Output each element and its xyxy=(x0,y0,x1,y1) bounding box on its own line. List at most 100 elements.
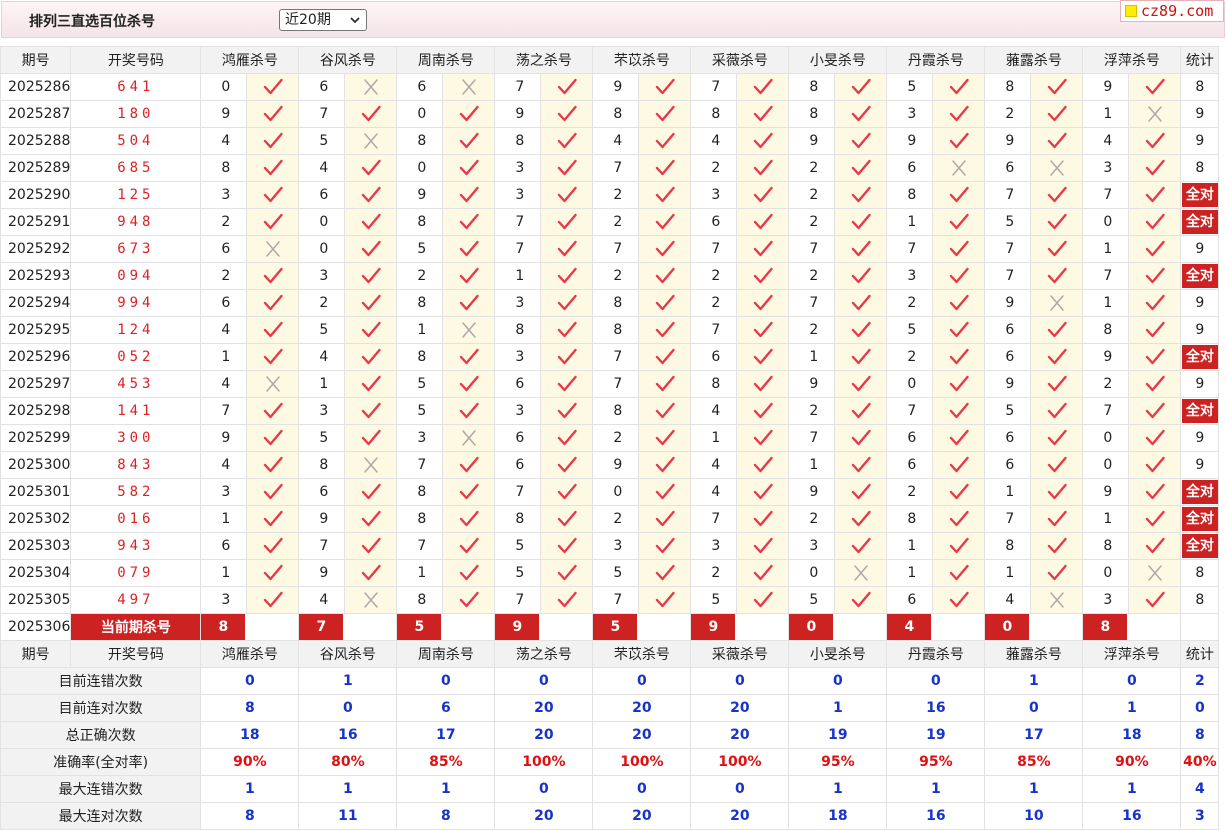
result-mark-cell xyxy=(442,343,496,371)
check-icon xyxy=(263,483,283,500)
table-row: 2025292 673 6 0 5 7 7 7 7 7 7 1 9 xyxy=(0,235,1220,263)
result-mark-cell xyxy=(638,397,692,425)
issue-cell: 2025303 xyxy=(0,532,72,560)
check-icon xyxy=(557,591,577,608)
kill-number-cell: 0 xyxy=(200,73,248,101)
draw-number-cell: 124 xyxy=(70,316,202,344)
result-mark-cell xyxy=(638,73,692,101)
draw-number-cell: 094 xyxy=(70,262,202,290)
kill-number-cell: 1 xyxy=(200,505,248,533)
summary-value: 0 xyxy=(690,775,790,803)
result-mark-cell xyxy=(1030,100,1084,128)
kill-number-cell: 0 xyxy=(396,154,444,182)
kill-number-cell: 4 xyxy=(690,397,738,425)
kill-number-cell: 7 xyxy=(298,532,346,560)
result-mark-cell xyxy=(1030,505,1084,533)
kill-number-cell: 7 xyxy=(396,532,444,560)
top-bar: 排列三直选百位杀号 近20期 xyxy=(1,1,1225,38)
result-mark-cell xyxy=(638,127,692,155)
result-mark-cell xyxy=(540,559,594,587)
kill-number-cell: 9 xyxy=(592,451,640,479)
all-right-badge: 全对 xyxy=(1181,345,1218,369)
check-icon xyxy=(753,510,773,527)
issue-cell: 2025304 xyxy=(0,559,72,587)
check-icon xyxy=(1047,429,1067,446)
check-icon xyxy=(459,537,479,554)
check-icon xyxy=(655,537,675,554)
kill-number-cell: 8 xyxy=(396,343,444,371)
result-mark-cell xyxy=(442,127,496,155)
issue-cell: 2025294 xyxy=(0,289,72,317)
check-icon xyxy=(655,348,675,365)
kill-number-cell: 7 xyxy=(592,586,640,614)
kill-number-cell: 1 xyxy=(690,424,738,452)
check-icon xyxy=(1047,321,1067,338)
result-mark-cell xyxy=(246,154,300,182)
result-mark-cell xyxy=(246,532,300,560)
check-icon xyxy=(1145,240,1165,257)
result-mark-cell xyxy=(246,235,300,263)
result-mark-cell xyxy=(344,451,398,479)
kill-number-cell: 8 xyxy=(788,100,836,128)
summary-stat: 3 xyxy=(1180,802,1220,830)
kill-number-cell: 7 xyxy=(788,289,836,317)
result-mark-cell xyxy=(344,181,398,209)
summary-value: 16 xyxy=(886,694,986,722)
check-icon xyxy=(1047,78,1067,95)
kill-number-cell: 2 xyxy=(592,505,640,533)
site-watermark[interactable]: cz89.com xyxy=(1120,0,1224,22)
draw-number-cell: 180 xyxy=(70,100,202,128)
result-mark-cell xyxy=(638,559,692,587)
check-icon xyxy=(459,456,479,473)
kill-number-cell: 2 xyxy=(592,181,640,209)
summary-value: 85% xyxy=(396,748,496,776)
result-mark-cell xyxy=(932,532,986,560)
stat-cell: 全对 xyxy=(1180,505,1220,533)
current-kill-cell: 8 xyxy=(200,613,300,641)
header-expert: 蕥露杀号 xyxy=(984,640,1084,668)
draw-number-cell: 582 xyxy=(70,478,202,506)
kill-number-cell: 4 xyxy=(200,370,248,398)
result-mark-cell xyxy=(246,73,300,101)
check-icon xyxy=(361,213,381,230)
result-mark-cell xyxy=(344,73,398,101)
summary-value: 0 xyxy=(494,775,594,803)
period-select-value: 近20期 xyxy=(285,12,331,28)
draw-number-cell: 079 xyxy=(70,559,202,587)
result-mark-cell xyxy=(246,343,300,371)
period-select[interactable]: 近20期 xyxy=(279,9,367,31)
issue-cell: 2025288 xyxy=(0,127,72,155)
check-icon xyxy=(459,564,479,581)
kill-number-cell: 1 xyxy=(1082,100,1130,128)
check-icon xyxy=(263,267,283,284)
kill-number-cell: 0 xyxy=(1082,451,1130,479)
table-row: 2025294 994 6 2 8 3 8 2 7 2 9 1 9 xyxy=(0,289,1220,317)
current-kill-cell: 8 xyxy=(1082,613,1182,641)
result-mark-cell xyxy=(932,424,986,452)
kill-number-cell: 1 xyxy=(788,343,836,371)
check-icon xyxy=(753,375,773,392)
summary-header-row: 期号 开奖号码 鸿雁杀号 谷风杀号 周南杀号 荡之杀号 芣苡杀号 采薇杀号 小旻杀号 丹霞杀号 蕥露… xyxy=(0,640,1220,668)
result-mark-cell xyxy=(736,532,790,560)
kill-number-cell: 6 xyxy=(200,235,248,263)
check-icon xyxy=(949,321,969,338)
check-icon xyxy=(851,591,871,608)
kill-number-cell: 7 xyxy=(886,397,934,425)
check-icon xyxy=(1047,456,1067,473)
kill-number-cell: 1 xyxy=(200,343,248,371)
check-icon xyxy=(949,132,969,149)
kill-number-cell: 9 xyxy=(200,424,248,452)
result-mark-cell xyxy=(1128,208,1182,236)
check-icon xyxy=(655,213,675,230)
cross-icon xyxy=(266,376,280,392)
header-expert: 小旻杀号 xyxy=(788,46,888,74)
check-icon xyxy=(1047,186,1067,203)
cross-icon xyxy=(462,430,476,446)
result-mark-cell xyxy=(1030,154,1084,182)
watermark-text: cz89.com xyxy=(1141,2,1214,20)
summary-value: 18 xyxy=(788,802,888,830)
result-mark-cell xyxy=(1030,586,1084,614)
result-mark-cell xyxy=(246,289,300,317)
check-icon xyxy=(361,321,381,338)
result-mark-cell xyxy=(1030,343,1084,371)
